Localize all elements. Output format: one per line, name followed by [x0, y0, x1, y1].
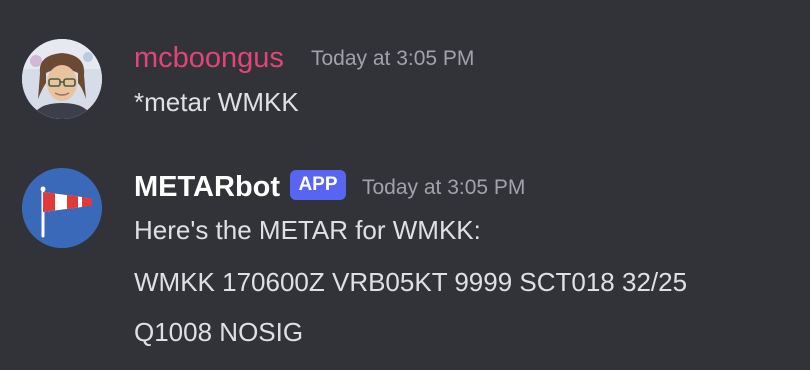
message-line: *metar WMKK — [134, 87, 299, 117]
author-name[interactable]: METARbot — [134, 170, 280, 204]
app-badge: APP — [290, 170, 346, 200]
user-photo-avatar — [22, 39, 102, 119]
message-timestamp: Today at 3:05 PM — [311, 47, 475, 70]
metar-report-line: WMKK 170600Z VRB05KT 9999 SCT018 32/25 — [134, 267, 688, 297]
user-avatar[interactable] — [22, 39, 102, 119]
author-name[interactable]: mcboongus — [134, 41, 284, 75]
windsock-icon — [22, 168, 102, 248]
bot-avatar[interactable] — [22, 168, 102, 248]
message-timestamp: Today at 3:05 PM — [362, 176, 526, 199]
message-content: Here's the METAR for WMKK: WMKK 170600Z … — [134, 212, 687, 350]
message-content: *metar WMKK — [134, 84, 299, 120]
metar-report-line: Q1008 NOSIG — [134, 317, 304, 347]
message-item: mcboongus Today at 3:05 PM *metar WMKK — [0, 0, 810, 140]
message-line: Here's the METAR for WMKK: — [134, 215, 481, 245]
message-item: METARbot APP Today at 3:05 PM Here's the… — [0, 140, 810, 370]
